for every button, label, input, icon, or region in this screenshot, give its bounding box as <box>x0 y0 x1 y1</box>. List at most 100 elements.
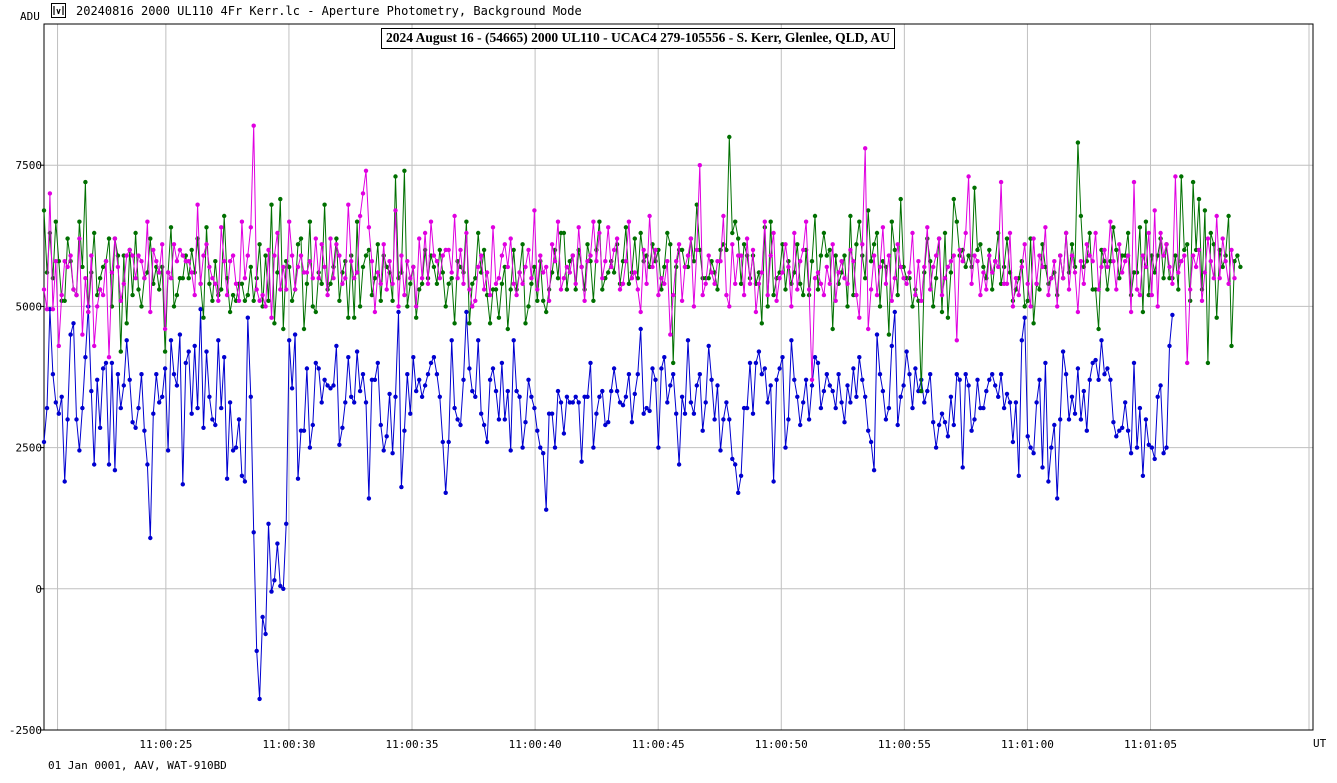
data-point <box>151 411 156 416</box>
data-point <box>733 219 738 224</box>
data-point <box>62 479 67 484</box>
data-point <box>555 219 561 224</box>
data-point <box>620 281 626 286</box>
data-point <box>1140 253 1146 258</box>
data-point <box>387 391 392 397</box>
data-point <box>210 276 215 281</box>
data-point <box>1046 479 1051 484</box>
data-point <box>417 377 422 382</box>
data-point <box>783 287 788 292</box>
data-point <box>340 425 345 430</box>
data-point <box>245 253 250 258</box>
data-point <box>278 287 283 292</box>
data-point <box>741 292 747 298</box>
data-point <box>1120 425 1125 430</box>
data-point <box>659 276 664 281</box>
data-point <box>92 462 97 467</box>
data-point <box>142 276 147 281</box>
data-point <box>139 372 144 377</box>
data-point <box>733 281 738 286</box>
data-point <box>343 259 348 264</box>
data-point <box>957 247 962 253</box>
data-point <box>552 445 558 450</box>
data-point <box>1226 213 1231 219</box>
lightcurve-plot[interactable]: -25000250050007500 11:00:25 11:00:30 11:00… <box>0 0 1337 783</box>
data-point <box>68 332 73 337</box>
data-point <box>694 383 699 388</box>
data-point <box>771 479 776 484</box>
data-point <box>928 287 933 292</box>
data-point <box>727 304 732 309</box>
data-point <box>505 264 510 270</box>
data-point <box>898 394 903 399</box>
data-point <box>765 400 770 405</box>
data-point <box>192 343 197 349</box>
data-point <box>443 304 448 309</box>
data-point <box>1149 445 1155 450</box>
data-point <box>393 174 398 179</box>
data-point <box>1202 270 1208 275</box>
data-point <box>1143 219 1149 224</box>
data-point <box>854 292 859 298</box>
data-point <box>1188 287 1193 292</box>
data-point <box>470 281 475 286</box>
data-point <box>904 281 909 286</box>
data-point <box>189 247 194 253</box>
data-point <box>617 287 623 292</box>
data-point <box>1069 394 1075 399</box>
data-point <box>544 264 549 270</box>
data-point <box>697 372 702 377</box>
data-point <box>945 315 951 320</box>
data-point <box>526 377 531 382</box>
data-point <box>910 304 915 309</box>
data-point <box>71 287 76 292</box>
data-point <box>233 281 239 286</box>
data-point <box>951 253 956 258</box>
data-point <box>71 321 76 326</box>
data-point <box>201 425 206 430</box>
data-point <box>461 377 466 382</box>
footer-info: 01 Jan 0001, AAV, WAT-910BD <box>48 759 227 772</box>
data-point <box>127 247 132 253</box>
data-point <box>1052 422 1057 428</box>
data-point <box>966 253 971 258</box>
data-point <box>942 276 948 281</box>
data-point <box>798 281 803 286</box>
x-tick-label: 11:00:50 <box>755 738 808 751</box>
data-point <box>600 388 605 394</box>
data-point <box>1182 253 1187 258</box>
data-point <box>1087 253 1092 258</box>
data-point <box>1123 259 1128 264</box>
data-point <box>254 287 259 292</box>
data-point <box>960 259 965 264</box>
data-point <box>576 400 581 405</box>
data-point <box>1134 287 1140 292</box>
data-point <box>1152 456 1157 462</box>
data-point <box>204 242 209 247</box>
data-point <box>346 202 351 207</box>
data-point <box>877 264 883 270</box>
data-point <box>431 264 437 270</box>
data-point <box>795 287 800 292</box>
data-point <box>635 372 640 377</box>
data-point <box>638 326 643 332</box>
data-point <box>668 383 673 388</box>
data-point <box>756 281 762 286</box>
data-point <box>789 304 794 309</box>
data-point <box>1081 388 1087 394</box>
data-point <box>854 394 859 399</box>
x-tick-label: 11:00:35 <box>386 738 439 751</box>
data-point <box>1158 230 1163 236</box>
data-point <box>337 298 342 303</box>
data-point <box>1099 264 1104 270</box>
data-point <box>62 298 67 303</box>
data-point <box>263 253 268 258</box>
data-point <box>803 219 809 224</box>
data-point <box>933 253 939 258</box>
data-point <box>1022 242 1027 247</box>
data-point <box>1217 276 1222 281</box>
data-point <box>1078 417 1084 422</box>
data-point <box>951 422 956 428</box>
data-point <box>931 264 936 270</box>
data-point <box>928 372 933 377</box>
